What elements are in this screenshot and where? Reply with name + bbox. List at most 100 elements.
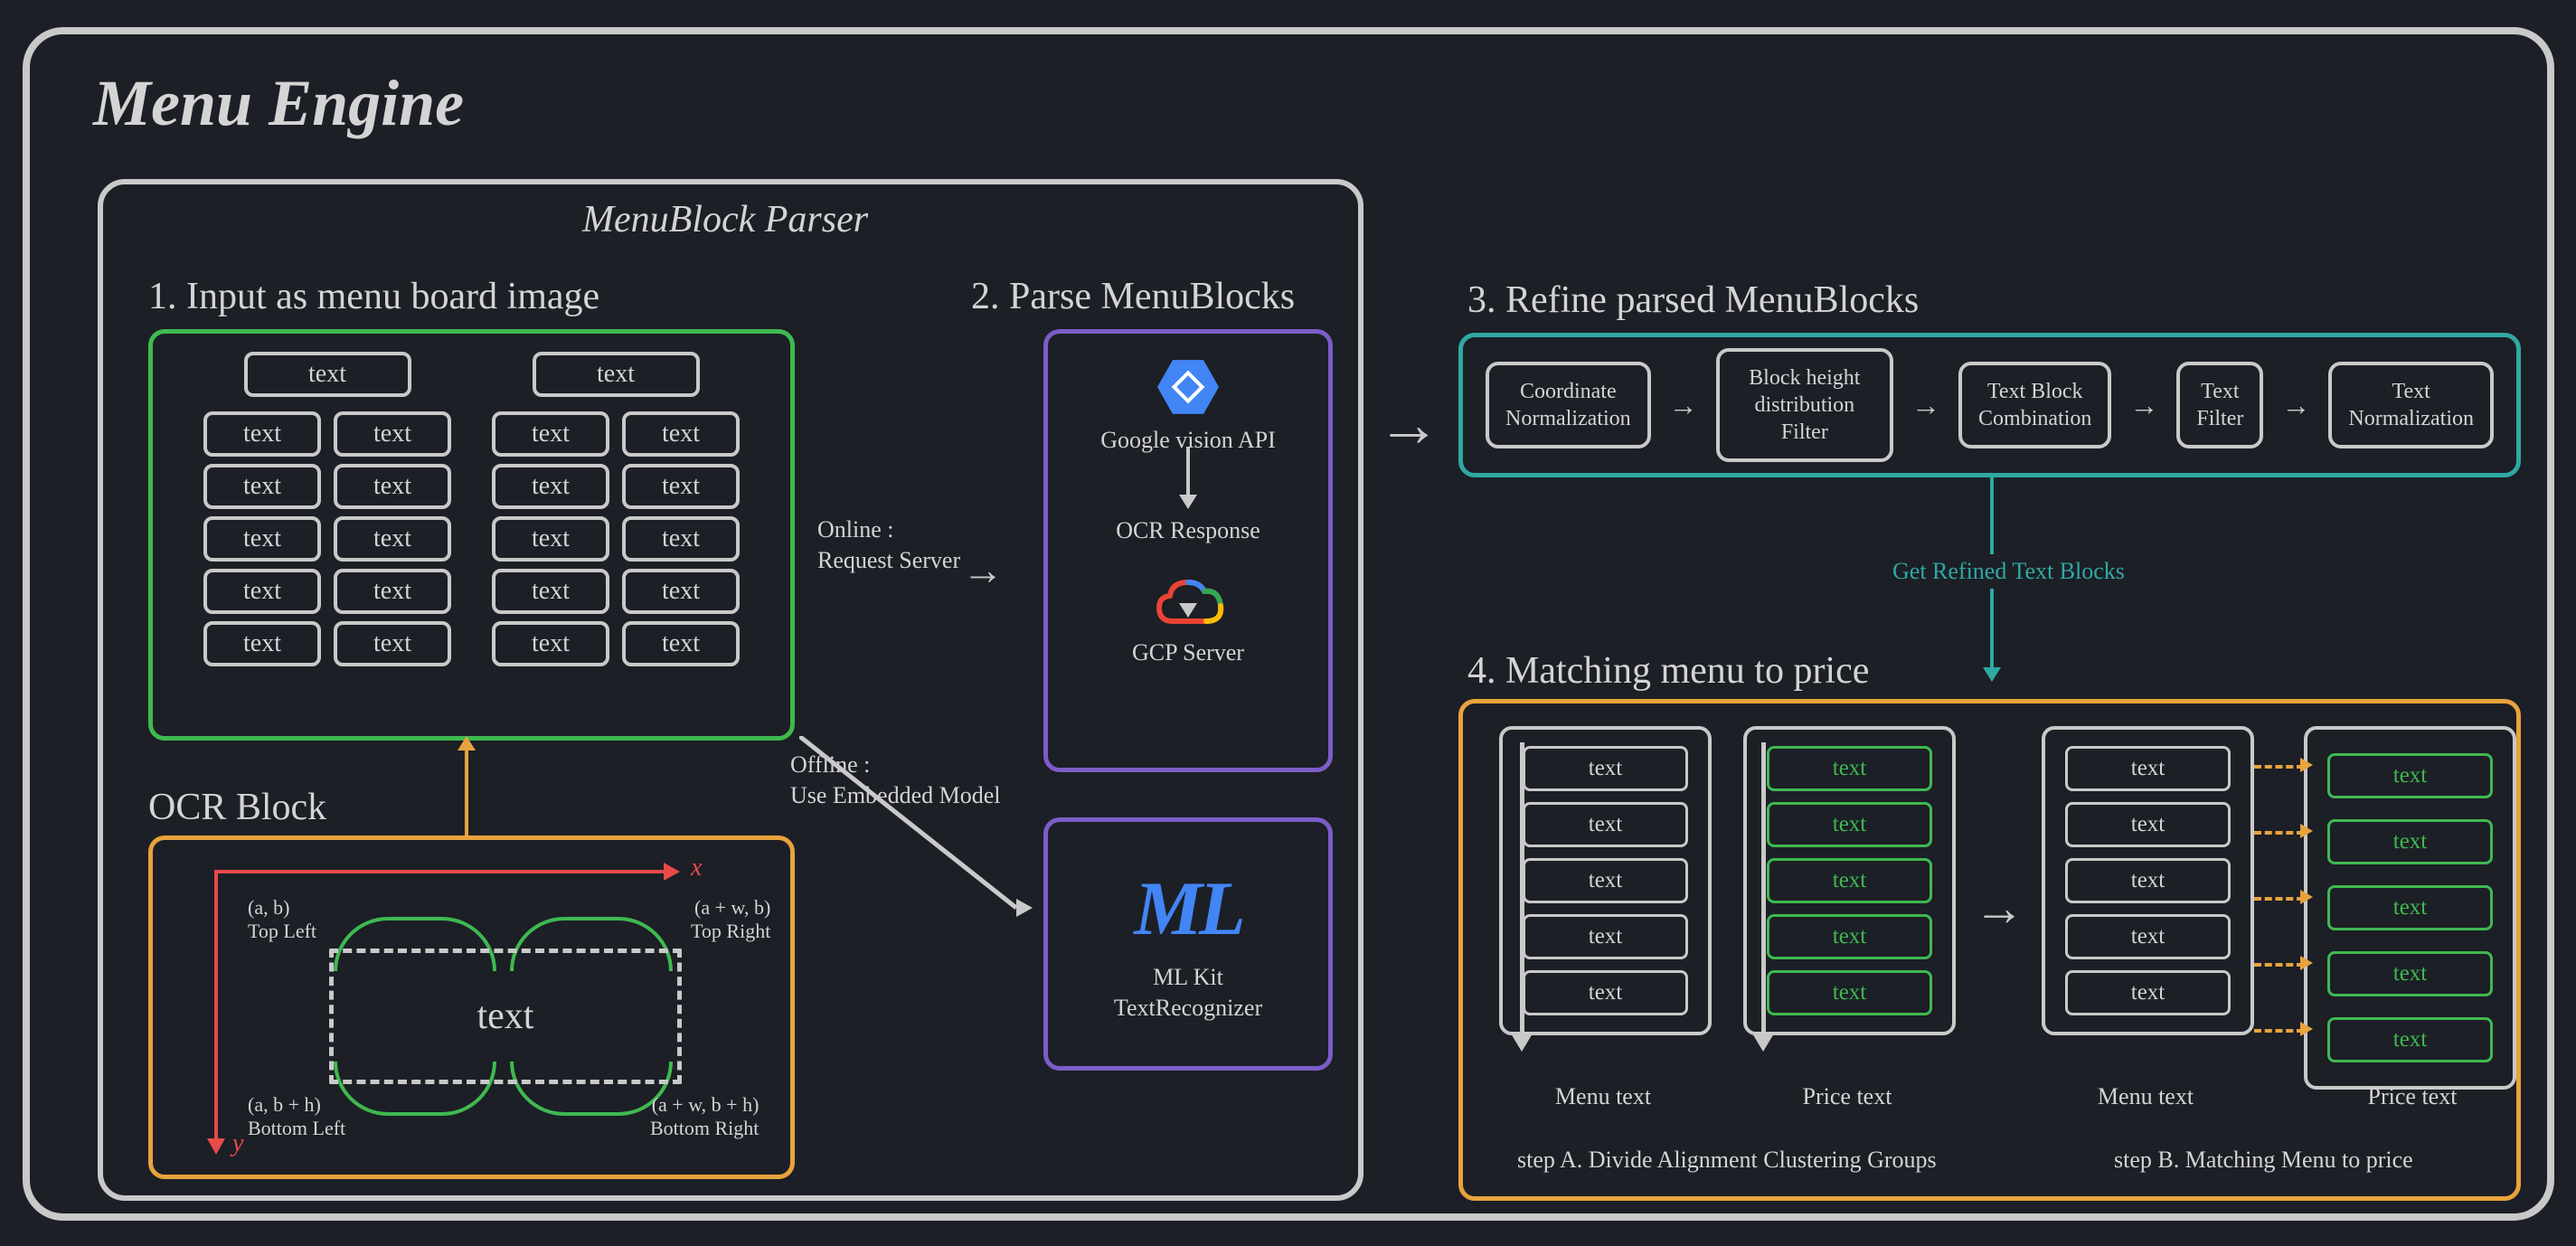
arrow-icon — [465, 745, 468, 835]
ocr-text-box: text — [329, 949, 682, 1084]
arrow-head-icon — [2300, 890, 2313, 904]
price-text-column-2: text text text text text — [2304, 726, 2516, 1090]
menu-cell: text — [492, 411, 609, 457]
menu-cell: text — [203, 621, 321, 666]
refine-step: Text Block Combination — [1958, 362, 2111, 448]
step-b-label: step B. Matching Menu to price — [2114, 1147, 2413, 1174]
arrow-head-icon — [2300, 1022, 2313, 1036]
refine-step: Text Filter — [2176, 362, 2263, 448]
menu-caption: Menu text — [1535, 1083, 1671, 1110]
refine-step: Coordinate Normalization — [1486, 362, 1651, 448]
arrow-icon — [799, 736, 1043, 935]
axis-y-label: y — [232, 1129, 243, 1158]
menu-cell: text — [334, 411, 451, 457]
price-cell: text — [2327, 819, 2493, 864]
ocr-response-label: OCR Response — [1116, 517, 1260, 544]
refine-step: Block height distribution Filter — [1716, 348, 1893, 462]
menu-col-left: text texttext texttext texttext texttext… — [203, 352, 451, 718]
corner-bottom-left: (a, b + h) Bottom Left — [248, 1093, 345, 1141]
arrow-head-icon — [1179, 495, 1197, 509]
mlkit-box: ML ML Kit TextRecognizer — [1043, 817, 1333, 1071]
arrow-icon: → — [1974, 880, 2024, 938]
menu-cell: text — [492, 621, 609, 666]
arrow-head-icon — [1983, 667, 2001, 682]
menu-header: text — [533, 352, 700, 397]
menu-board: text text text text text text text text text… — [148, 329, 795, 741]
price-text-column: text text text text text — [1743, 726, 1956, 1035]
arrow-head-icon — [1016, 899, 1033, 917]
menu-header: text — [244, 352, 411, 397]
dashed-arrow-icon — [2254, 765, 2304, 769]
section3-title: 3. Refine parsed MenuBlocks — [1467, 278, 1919, 322]
text-cell: text — [1523, 970, 1688, 1015]
arrow-icon — [1186, 447, 1190, 496]
axis-y-line — [214, 870, 218, 1141]
corner-bottom-right: (a + w, b + h) Bottom Right — [650, 1093, 759, 1141]
text-cell: text — [2065, 802, 2231, 847]
mlkit-label: ML Kit TextRecognizer — [1114, 962, 1262, 1024]
section4-title: 4. Matching menu to price — [1467, 649, 1869, 693]
mlkit-icon: ML — [1134, 864, 1242, 953]
price-cell: text — [2327, 753, 2493, 798]
parser-title: MenuBlock Parser — [582, 198, 868, 241]
gcp-cloud-icon — [1150, 571, 1227, 630]
text-cell: text — [1523, 802, 1688, 847]
dashed-arrow-icon — [2254, 897, 2304, 901]
axis-x-line — [214, 870, 666, 873]
axis-x-label: x — [691, 854, 702, 883]
menu-cell: text — [622, 516, 740, 562]
price-cell: text — [2327, 1017, 2493, 1062]
menu-cell: text — [334, 516, 451, 562]
diagram-outer-frame: Menu Engine MenuBlock Parser 1. Input as… — [23, 27, 2554, 1221]
menu-cell: text — [203, 411, 321, 457]
arrow-head-icon — [1511, 1034, 1533, 1052]
text-cell: text — [2065, 970, 2231, 1015]
dashed-arrow-icon — [2254, 1029, 2304, 1033]
menu-cell: text — [203, 464, 321, 509]
menu-cell: text — [492, 464, 609, 509]
menu-cell: text — [334, 569, 451, 614]
google-vision-icon — [1157, 356, 1219, 418]
ocr-block-frame: x y text (a, b) Top Left (a + w, b) Top … — [148, 835, 795, 1179]
arrow-head-icon — [458, 736, 476, 750]
price-caption: Price text — [1779, 1083, 1915, 1110]
arrow-head-icon — [207, 1138, 225, 1155]
price-cell: text — [2327, 951, 2493, 996]
text-cell: text — [2065, 914, 2231, 959]
price-cell: text — [1767, 970, 1932, 1015]
menu-cell: text — [622, 464, 740, 509]
menu-col-right: text text text text text text text text text… — [492, 352, 740, 718]
menu-cell: text — [622, 411, 740, 457]
arrow-icon: → — [1669, 389, 1698, 422]
arrow-head-icon — [2300, 956, 2313, 970]
arrow-icon: → — [1911, 389, 1940, 422]
text-cell: text — [2065, 746, 2231, 791]
menu-cell: text — [492, 516, 609, 562]
refine-step: Text Normalization — [2328, 362, 2494, 448]
text-cell: text — [1523, 914, 1688, 959]
menu-cell: text — [334, 621, 451, 666]
match-frame: text text text text text text text text … — [1458, 699, 2521, 1201]
arrow-head-icon — [2300, 758, 2313, 772]
menu-text-column-2: text text text text text — [2042, 726, 2254, 1035]
text-cell: text — [1523, 746, 1688, 791]
arrow-head-icon — [2300, 824, 2313, 838]
google-vision-box: Google vision API OCR Response GCP Serve… — [1043, 329, 1333, 772]
parser-frame: MenuBlock Parser 1. Input as menu board … — [98, 179, 1363, 1201]
arrow-icon: → — [962, 546, 1004, 594]
menu-cell: text — [622, 569, 740, 614]
menu-cell: text — [622, 621, 740, 666]
section2-title: 2. Parse MenuBlocks — [971, 275, 1295, 318]
corner-top-left: (a, b) Top Left — [248, 896, 316, 944]
step-a-label: step A. Divide Alignment Clustering Grou… — [1517, 1147, 1937, 1174]
dashed-arrow-icon — [2254, 831, 2304, 835]
price-caption: Price text — [2345, 1083, 2480, 1110]
arrow-icon: → — [2129, 389, 2158, 422]
corner-top-right: (a + w, b) Top Right — [691, 896, 770, 944]
text-cell: text — [1523, 858, 1688, 903]
ocr-block-title: OCR Block — [148, 786, 326, 829]
gcp-server-label: GCP Server — [1132, 639, 1244, 666]
price-cell: text — [2327, 885, 2493, 930]
price-cell: text — [1767, 914, 1932, 959]
refine-frame: Coordinate Normalization → Block height … — [1458, 333, 2521, 477]
